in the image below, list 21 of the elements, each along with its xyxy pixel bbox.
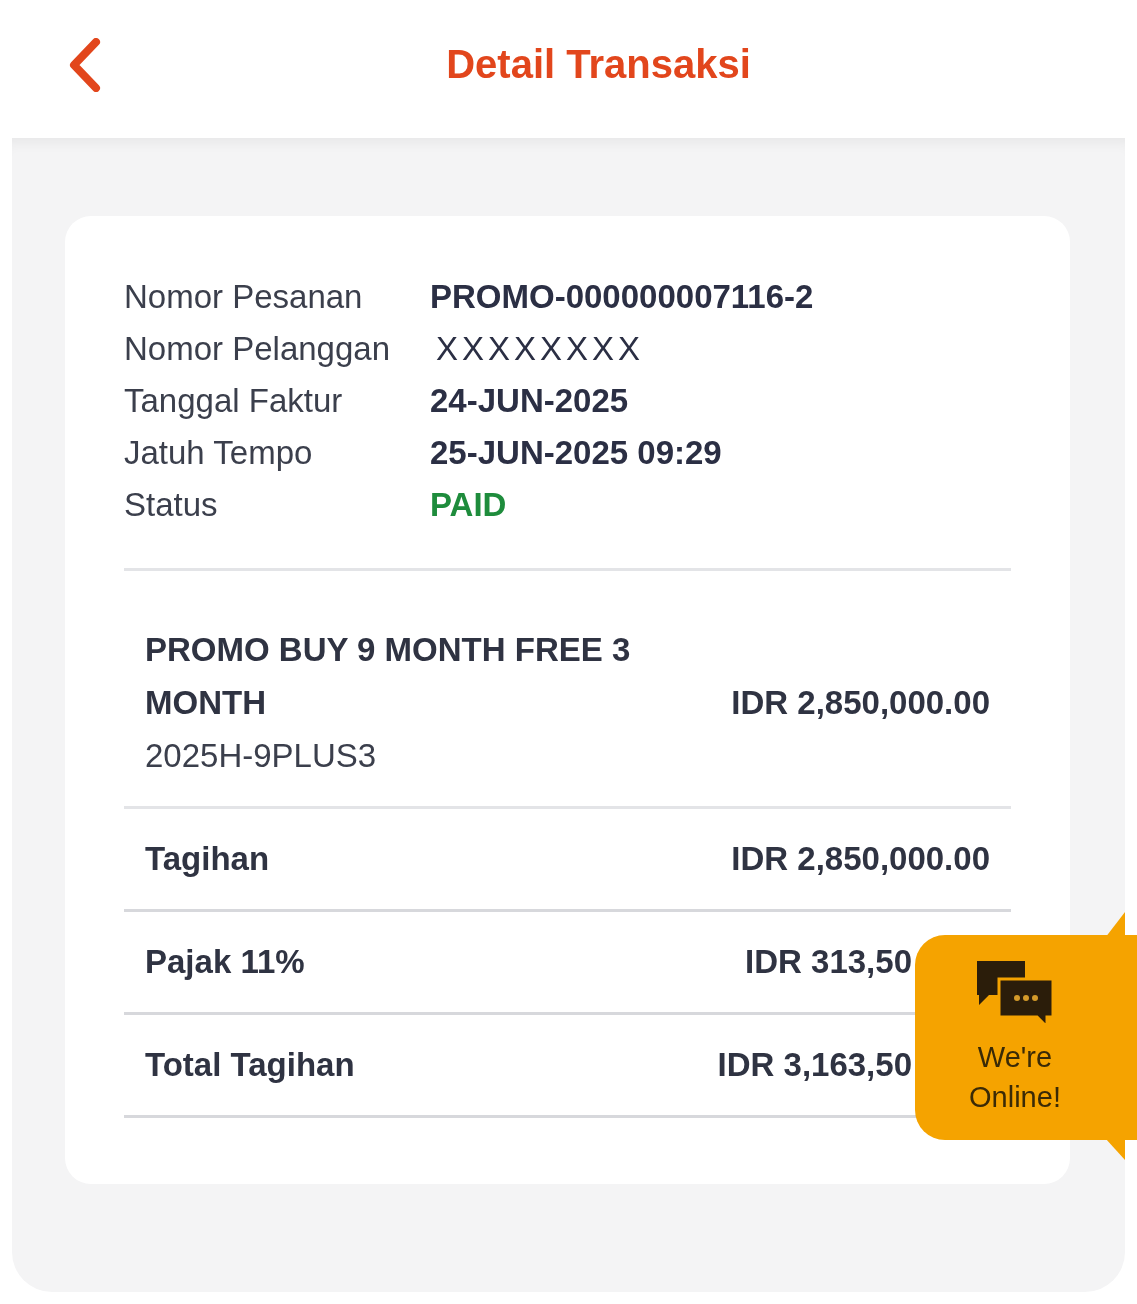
summary-amount: IDR 313,50 (745, 943, 913, 981)
item-amount: IDR 2,850,000.00 (731, 683, 990, 722)
info-value: XXXXXXXX (435, 330, 646, 368)
info-value: PROMO-000000007116-2 (430, 278, 815, 316)
info-value: 24-JUN-2025 (430, 382, 630, 420)
info-label: Jatuh Tempo (124, 434, 314, 472)
summary-label: Pajak 11% (145, 943, 305, 981)
status-value: PAID (430, 486, 508, 524)
info-label: Nomor Pelanggan (124, 330, 391, 368)
page-title: Detail Transaksi (446, 41, 751, 87)
info-value: 25-JUN-2025 09:29 (430, 434, 723, 472)
info-label: Status (124, 486, 219, 524)
chat-label: We're Online! (968, 1039, 1062, 1115)
item-name: PROMO BUY 9 MONTH FREE 3 MONTH (145, 630, 632, 723)
summary-label: Total Tagihan (145, 1046, 355, 1084)
summary-amount: IDR 2,850,000.00 (731, 840, 990, 878)
info-label: Nomor Pesanan (124, 278, 364, 316)
chat-widget[interactable]: We're Online! (915, 935, 1137, 1140)
item-code: 2025H-9PLUS3 (145, 736, 378, 776)
info-label: Tanggal Faktur (124, 382, 344, 420)
summary-label: Tagihan (145, 840, 270, 878)
